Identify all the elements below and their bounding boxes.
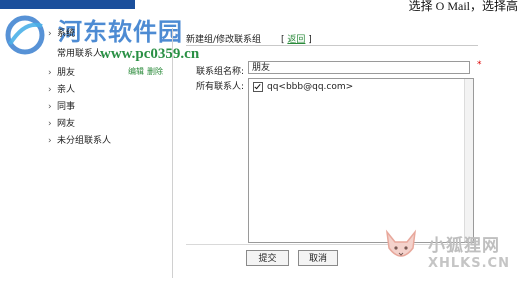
sidebar-item-ungrouped[interactable]: › 未分组联系人	[48, 133, 111, 146]
group-name-label: 联系组名称:	[196, 67, 245, 77]
list-item[interactable]: qq<bbb@qq.com>	[253, 82, 353, 92]
page-title: 新建组/修改联系组	[186, 35, 262, 45]
chevron-right-icon: ›	[48, 102, 52, 112]
corner-watermark-cn: 小狐狸网	[428, 236, 500, 256]
brand-strip	[0, 0, 135, 9]
contacts-label: 所有联系人:	[196, 82, 245, 92]
top-right-text: 选择 O Mail，选择高	[408, 0, 518, 13]
back-link[interactable]: 返回	[287, 35, 305, 45]
contacts-scrollbar[interactable]	[464, 79, 473, 242]
back-link-wrapper: [ 返回 ]	[281, 35, 312, 45]
chevron-right-icon: ›	[48, 85, 52, 95]
sidebar-item-label: 朋友	[57, 68, 76, 78]
contact-label: qq<bbb@qq.com>	[267, 82, 354, 92]
group-name-input[interactable]: 朋友	[248, 61, 470, 74]
contacts-list[interactable]: qq<bbb@qq.com>	[248, 78, 474, 243]
title-divider	[186, 45, 478, 46]
sidebar-item-label: 同事	[57, 102, 76, 112]
submit-button[interactable]: 提交	[246, 250, 289, 266]
sidebar-item-family[interactable]: › 亲人	[48, 82, 75, 95]
sidebar-item-common-contacts[interactable]: 常用联系人	[57, 46, 102, 59]
fox-watermark-icon	[385, 229, 417, 257]
corner-watermark-en: XHLKS.CN	[428, 256, 510, 271]
contact-checkbox[interactable]	[253, 82, 263, 92]
sidebar-item-friends[interactable]: › 朋友	[48, 65, 75, 78]
chevron-right-icon: ›	[48, 68, 52, 78]
required-marker: *	[477, 60, 482, 70]
sidebar-divider	[172, 28, 173, 278]
group-actions: 编辑 删除	[128, 66, 166, 77]
sidebar-item-label: 常用联系人	[57, 49, 103, 59]
cancel-button[interactable]: 取消	[298, 250, 338, 266]
sidebar-item-label: 未分组联系人	[57, 136, 112, 146]
sidebar-item-label: 网友	[57, 119, 76, 129]
delete-group-link[interactable]: 删除	[147, 67, 163, 76]
sidebar-item-netfriends[interactable]: › 网友	[48, 116, 75, 129]
chevron-right-icon: ›	[48, 119, 52, 129]
sidebar: › 系统 常用联系人 › 朋友 › 亲人 › 同事 › 网友 › 未分组联系人	[0, 20, 172, 280]
sidebar-item-colleagues[interactable]: › 同事	[48, 99, 75, 112]
chevron-right-icon: ›	[48, 29, 52, 39]
sidebar-item-label: 系统	[57, 29, 76, 39]
chevron-right-icon: ›	[48, 136, 52, 146]
edit-group-link[interactable]: 编辑	[128, 67, 144, 76]
sidebar-item-system[interactable]: › 系统	[48, 26, 75, 39]
sidebar-item-label: 亲人	[57, 85, 76, 95]
